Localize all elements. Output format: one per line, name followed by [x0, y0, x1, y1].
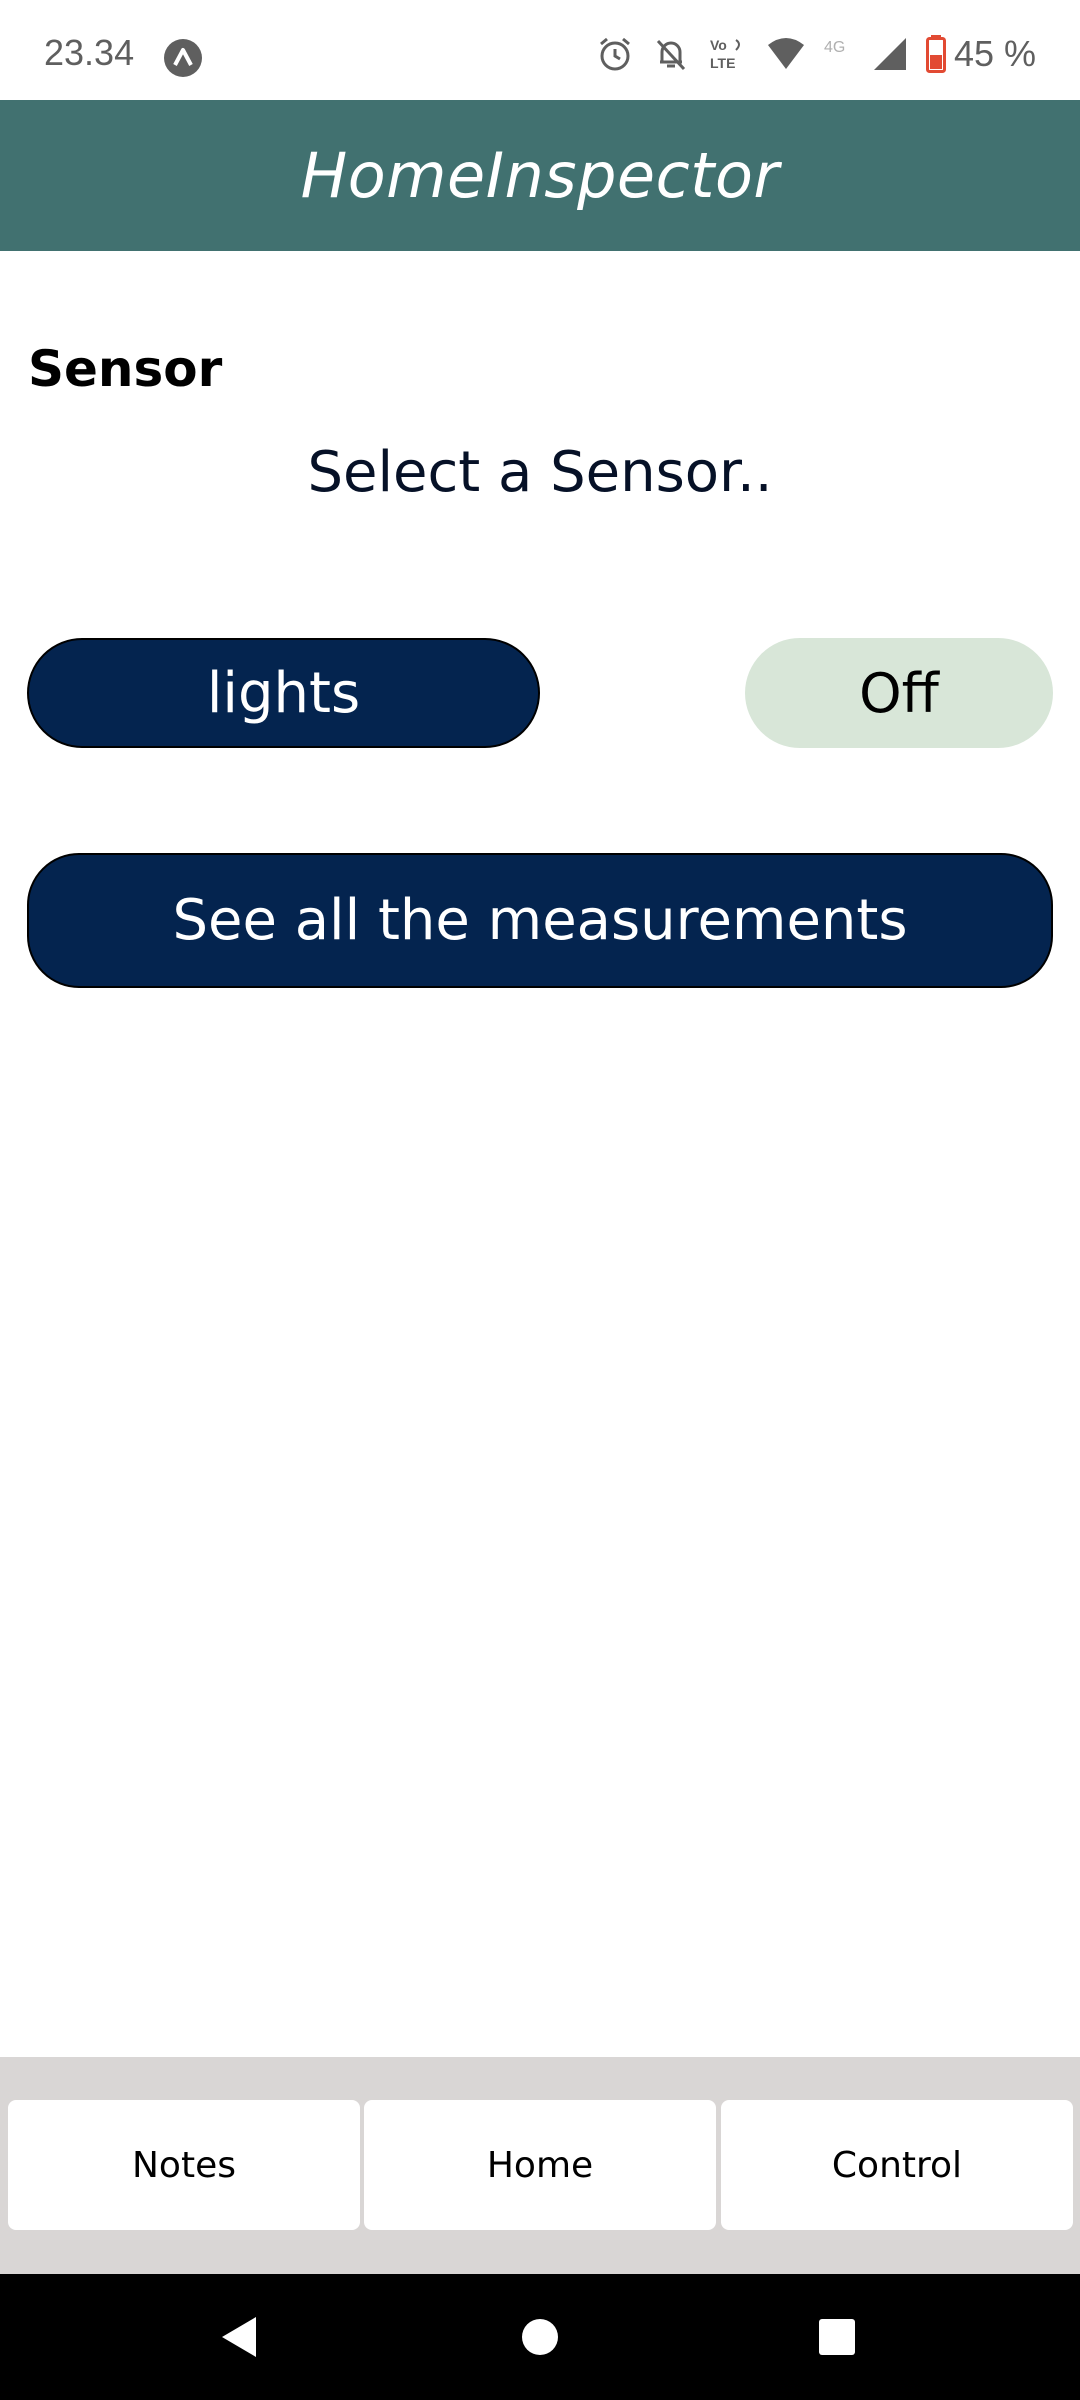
svg-text:4G: 4G	[824, 39, 845, 56]
svg-text:Vo: Vo	[710, 37, 727, 53]
battery-icon	[925, 35, 946, 73]
app-title: HomeInspector	[300, 139, 780, 212]
wifi-icon	[766, 37, 806, 71]
see-measurements-button[interactable]: See all the measurements	[27, 853, 1053, 988]
volte-icon: Vo LTE	[708, 34, 748, 74]
app-header: HomeInspector	[0, 100, 1080, 251]
4g-icon: 4G	[824, 36, 854, 72]
sensor-select-prompt[interactable]: Select a Sensor..	[0, 440, 1080, 505]
tab-control[interactable]: Control	[721, 2100, 1073, 2230]
sensor-lights-button[interactable]: lights	[27, 638, 540, 748]
alarm-icon	[596, 35, 634, 73]
recents-icon[interactable]	[797, 2274, 877, 2400]
signal-icon	[872, 36, 908, 72]
tab-home[interactable]: Home	[364, 2100, 716, 2230]
back-icon[interactable]	[200, 2274, 280, 2400]
status-icons: Vo LTE 4G 45 %	[596, 30, 1036, 78]
status-bar: 23.34 Vo LTE 4G 45 %	[0, 0, 1080, 100]
bottom-tab-bar: Notes Home Control	[0, 2057, 1080, 2274]
battery-percentage: 45 %	[953, 33, 1036, 74]
tab-notes[interactable]: Notes	[8, 2100, 360, 2230]
app-notification-icon	[163, 38, 203, 78]
section-heading: Sensor	[28, 340, 223, 398]
svg-text:LTE: LTE	[710, 55, 735, 71]
home-icon[interactable]	[500, 2274, 580, 2400]
notifications-off-icon	[652, 35, 690, 73]
sensor-state-toggle[interactable]: Off	[745, 638, 1053, 748]
system-nav-bar	[0, 2274, 1080, 2400]
status-time: 23.34	[44, 32, 135, 73]
